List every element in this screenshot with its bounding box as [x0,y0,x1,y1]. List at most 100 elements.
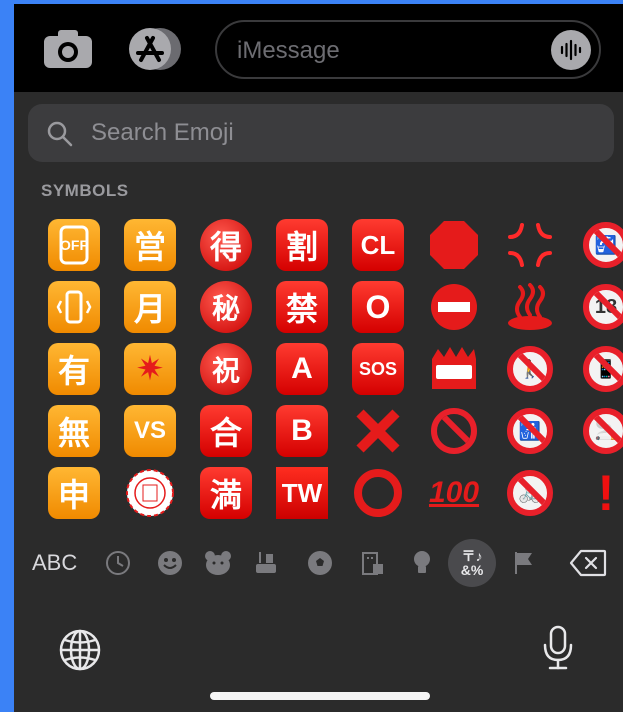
no-bicycles-emoji: 🚲 [507,470,553,516]
category-activity[interactable] [304,538,336,588]
category-food[interactable] [250,538,282,588]
white-flower-emoji [126,469,174,517]
emoji-cell[interactable]: 18 [568,276,623,338]
emoji-cell[interactable]: B [264,400,340,462]
emoji-cell[interactable]: 得 [188,214,264,276]
dictation-button[interactable] [540,624,576,677]
emoji-cell[interactable]: 無 [36,400,112,462]
backspace-icon [569,549,607,577]
emoji-cell[interactable]: ! [568,462,623,524]
emoji-cell[interactable] [340,462,416,524]
kanji-bargain-emoji: 得 [200,219,252,271]
globe-icon [59,629,101,671]
emoji-cell[interactable]: VS [112,400,188,462]
emoji-cell[interactable]: 秘 [188,276,264,338]
bear-icon [205,551,231,575]
category-smileys[interactable] [154,538,186,588]
emoji-cell[interactable] [416,276,492,338]
food-icon [256,552,276,573]
stop-sign-emoji [430,221,478,269]
no-one-under-eighteen-emoji: 18 [583,284,623,330]
o-button-emoji: O [352,281,404,333]
kanji-full-emoji: 満 [200,467,252,519]
hundred-points-emoji: 100 [428,476,480,509]
no-littering-emoji: 🚮 [507,408,553,454]
emoji-cell[interactable]: O [340,276,416,338]
hollow-red-circle-emoji [354,469,402,517]
emoji-cell[interactable] [416,338,492,400]
home-indicator[interactable] [210,692,430,700]
emoji-cell[interactable]: 📱 [568,338,623,400]
emoji-cell[interactable]: 満 [188,462,264,524]
category-frequently-used[interactable] [102,538,134,588]
emoji-cell[interactable]: 100 [416,462,492,524]
lightbulb-icon [414,551,430,573]
emoji-grid: OFF 営 得 割 CL 🚰 月 秘 禁 O 18 有 ✷ 祝 A SOS 🚶 … [36,214,623,524]
search-icon [47,121,73,147]
emoji-cell[interactable]: 禁 [264,276,340,338]
flag-icon [515,552,532,574]
globe-button[interactable] [58,628,102,677]
kanji-business-emoji: 営 [124,219,176,271]
emoji-cell[interactable]: 割 [264,214,340,276]
emoji-category-bar: ABC 〒♪ &% [14,538,623,588]
kanji-monthly-emoji: 月 [124,281,176,333]
emoji-cell[interactable]: OFF [36,214,112,276]
building-icon [362,552,383,575]
emoji-cell[interactable] [492,214,568,276]
taiwan-flag-emoji: TW [276,467,328,519]
cross-mark-emoji [356,409,400,453]
emoji-cell[interactable]: 申 [36,462,112,524]
category-objects[interactable] [406,538,438,588]
phone-off-emoji: OFF [48,219,100,271]
emoji-cell[interactable] [112,462,188,524]
emoji-cell[interactable] [416,214,492,276]
emoji-search-field[interactable]: Search Emoji [28,104,614,162]
voice-message-button[interactable] [551,30,591,70]
kanji-free-of-charge-emoji: 無 [48,405,100,457]
message-input[interactable]: iMessage [215,20,601,79]
emoji-cell[interactable]: 営 [112,214,188,276]
emoji-cell[interactable]: 🚲 [492,462,568,524]
category-animals[interactable] [202,538,234,588]
category-travel[interactable] [356,538,388,588]
emoji-cell[interactable]: SOS [340,338,416,400]
kanji-secret-emoji: 秘 [200,281,252,333]
emoji-cell[interactable]: 🚬 [568,400,623,462]
emoji-cell[interactable] [36,276,112,338]
category-symbols[interactable]: 〒♪ &% [448,539,496,587]
non-potable-water-emoji: 🚰 [583,222,623,268]
emoji-cell[interactable] [492,276,568,338]
emoji-cell[interactable]: 🚶 [492,338,568,400]
emoji-cell[interactable]: 有 [36,338,112,400]
emoji-cell[interactable]: A [264,338,340,400]
emoji-cell[interactable]: 🚰 [568,214,623,276]
section-label: SYMBOLS [41,181,129,200]
emoji-cell[interactable]: 合 [188,400,264,462]
abc-keyboard-button[interactable]: ABC [32,538,77,588]
app-store-button[interactable] [126,27,184,71]
eight-pointed-star-emoji: ✷ [124,343,176,395]
no-smoking-emoji: 🚬 [583,408,623,454]
kanji-prohibited-emoji: 禁 [276,281,328,333]
kanji-passing-grade-emoji: 合 [200,405,252,457]
emoji-cell[interactable] [340,400,416,462]
emoji-cell[interactable]: 🚮 [492,400,568,462]
emoji-cell[interactable]: TW [264,462,340,524]
emoji-cell[interactable]: 祝 [188,338,264,400]
no-mobile-phones-emoji: 📱 [583,346,623,392]
kanji-discount-emoji: 割 [276,219,328,271]
category-flags[interactable] [508,538,540,588]
emoji-cell[interactable]: CL [340,214,416,276]
app-store-icon [129,28,181,70]
emoji-cell[interactable]: 月 [112,276,188,338]
camera-button[interactable] [42,28,94,70]
phone-screen: iMessage Search Emoji SYMBOLS OFF 営 得 割 … [14,4,623,712]
messages-input-bar: iMessage [14,4,623,92]
emoji-keyboard: Search Emoji SYMBOLS OFF 営 得 割 CL 🚰 月 秘 … [14,92,623,712]
emoji-cell[interactable] [416,400,492,462]
delete-button[interactable] [566,538,610,588]
vs-button-emoji: VS [124,405,176,457]
soccer-ball-icon [308,551,332,575]
emoji-cell[interactable]: ✷ [112,338,188,400]
